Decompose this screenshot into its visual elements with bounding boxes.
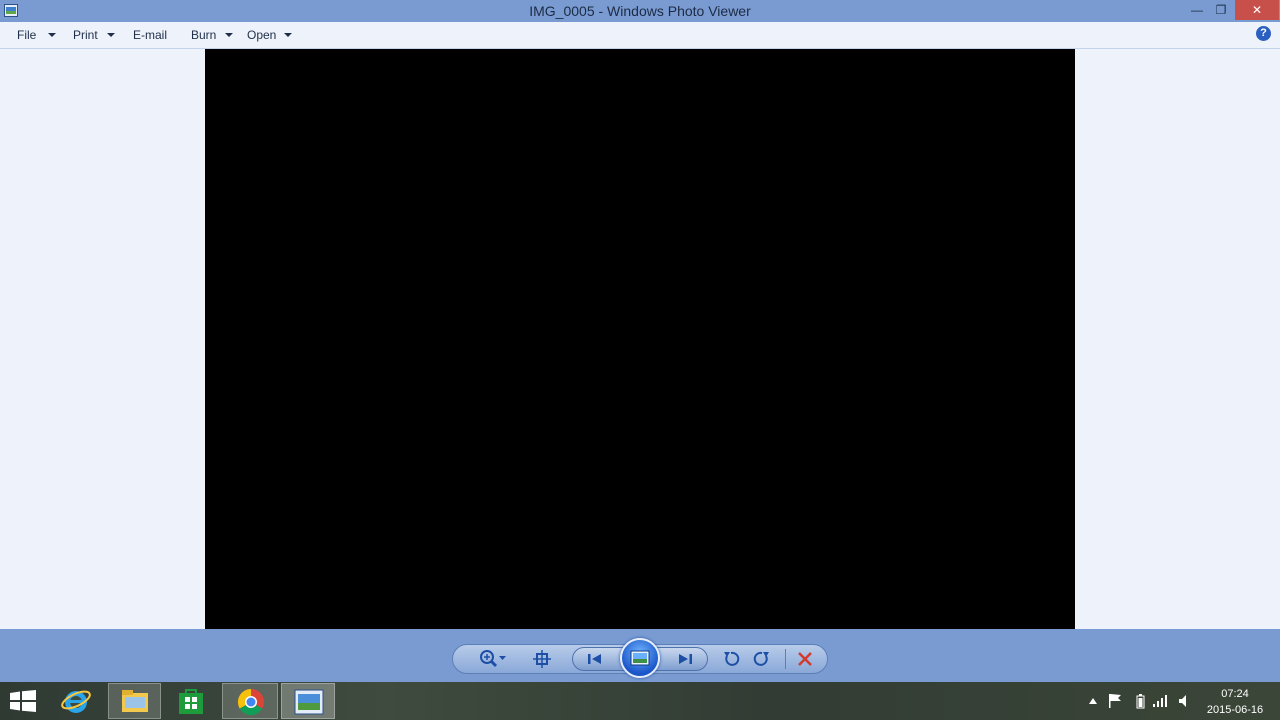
photo-viewer-icon [294, 689, 324, 715]
close-button[interactable]: ✕ [1235, 0, 1279, 20]
menu-print[interactable]: Print [73, 28, 98, 42]
help-icon[interactable]: ? [1256, 26, 1271, 41]
zoom-dropdown-icon[interactable] [499, 656, 506, 661]
action-center-flag-icon[interactable] [1108, 693, 1122, 709]
show-hidden-icons-icon[interactable] [1089, 698, 1097, 704]
next-icon[interactable] [674, 648, 696, 670]
menu-file[interactable]: File [17, 28, 36, 42]
file-dropdown-icon[interactable] [48, 33, 56, 37]
window-title: IMG_0005 - Windows Photo Viewer [529, 3, 751, 19]
actual-size-icon[interactable] [531, 648, 553, 670]
previous-icon[interactable] [584, 648, 606, 670]
open-dropdown-icon[interactable] [284, 33, 292, 37]
minimize-button[interactable]: — [1185, 0, 1209, 20]
rotate-clockwise-icon[interactable] [751, 648, 773, 670]
taskbar: 07:24 2015-06-16 [0, 682, 1280, 720]
maximize-button[interactable]: ❐ [1209, 0, 1233, 20]
taskbar-chrome[interactable] [222, 683, 278, 719]
menu-email[interactable]: E-mail [133, 28, 167, 42]
internet-explorer-icon[interactable] [60, 685, 92, 717]
burn-dropdown-icon[interactable] [225, 33, 233, 37]
title-bar: IMG_0005 - Windows Photo Viewer — ❐ ✕ [0, 0, 1280, 22]
taskbar-photo-viewer[interactable] [281, 683, 335, 719]
displayed-photo [205, 49, 1075, 629]
toolbar-separator [785, 649, 786, 669]
store-icon[interactable] [176, 686, 206, 716]
zoom-icon[interactable] [478, 648, 500, 670]
slideshow-button[interactable] [620, 638, 660, 678]
battery-icon[interactable] [1136, 694, 1145, 709]
slideshow-icon [630, 650, 650, 666]
menu-burn[interactable]: Burn [191, 28, 216, 42]
chrome-icon [237, 688, 264, 716]
delete-icon[interactable] [794, 648, 816, 670]
viewer-toolbar [0, 629, 1280, 682]
menu-bar: File Print E-mail Burn Open [0, 22, 1280, 49]
rotate-counterclockwise-icon[interactable] [720, 648, 742, 670]
volume-icon[interactable] [1178, 694, 1190, 708]
network-signal-icon[interactable] [1152, 694, 1168, 708]
start-icon[interactable] [10, 690, 36, 712]
print-dropdown-icon[interactable] [107, 33, 115, 37]
taskbar-file-explorer[interactable] [108, 683, 161, 719]
clock-date[interactable]: 2015-06-16 [1204, 704, 1266, 716]
clock-time[interactable]: 07:24 [1204, 688, 1266, 700]
image-viewport [0, 49, 1280, 629]
file-explorer-icon [122, 690, 148, 712]
menu-open[interactable]: Open [247, 28, 276, 42]
